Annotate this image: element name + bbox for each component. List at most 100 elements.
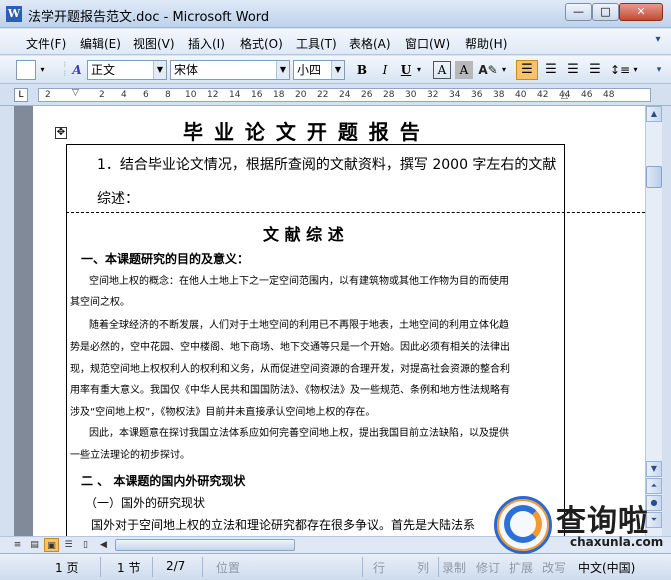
- new-document-icon[interactable]: [16, 60, 36, 80]
- menu-window[interactable]: 窗口(W): [405, 35, 450, 52]
- menu-edit[interactable]: 编辑(E): [80, 35, 121, 52]
- heading-research-status: 二 、 本课题的国内外研究现状: [81, 474, 246, 488]
- maximize-button[interactable]: □: [592, 3, 619, 21]
- menu-file[interactable]: 文件(F): [26, 35, 66, 52]
- scroll-left-icon[interactable]: ◀: [96, 538, 111, 552]
- font-size-dropdown-icon[interactable]: ▼: [331, 61, 344, 79]
- ruler-tick: 40: [515, 90, 527, 100]
- vertical-scrollbar[interactable]: ▲ ▼ ⏶ ● ⏷: [645, 106, 662, 536]
- ruler-tick: 36: [471, 90, 483, 100]
- scroll-up-icon[interactable]: ▲: [646, 106, 662, 122]
- style-dropdown-icon[interactable]: ▼: [153, 61, 166, 79]
- ruler-tick: 34: [449, 90, 461, 100]
- status-track-changes[interactable]: 修订: [476, 559, 500, 576]
- page-break-line: [66, 212, 645, 213]
- table-move-handle-icon[interactable]: ✥: [55, 127, 67, 139]
- reading-view-icon[interactable]: ▯: [78, 538, 93, 552]
- status-page-count: 2/7: [166, 559, 186, 573]
- ruler-tick: 2: [45, 90, 51, 100]
- right-indent-marker[interactable]: △: [561, 91, 568, 101]
- line-spacing-dropdown-icon[interactable]: ▾: [631, 60, 640, 80]
- watermark-brand: 查询啦: [556, 504, 649, 539]
- character-shading-button[interactable]: A: [455, 61, 473, 79]
- status-overtype[interactable]: 改写: [542, 559, 566, 576]
- align-right-button[interactable]: ☰: [563, 60, 583, 80]
- distributed-align-button[interactable]: ☰: [585, 60, 605, 80]
- previous-page-icon[interactable]: ⏶: [646, 478, 662, 494]
- watermark-q-icon: [504, 505, 542, 543]
- status-record[interactable]: 录制: [442, 559, 466, 576]
- ruler-tick: 24: [339, 90, 351, 100]
- menu-options-chevron-icon[interactable]: ▾: [651, 34, 665, 52]
- ruler-tick: 20: [295, 90, 307, 100]
- status-extend[interactable]: 扩展: [509, 559, 533, 576]
- menu-tools[interactable]: 工具(T): [296, 35, 337, 52]
- heading-foreign-status: （一）国外的研究现状: [85, 496, 206, 510]
- outline-view-icon[interactable]: ☰: [61, 538, 76, 552]
- scroll-down-icon[interactable]: ▼: [646, 461, 662, 477]
- font-dropdown-icon[interactable]: ▼: [276, 61, 289, 79]
- horizontal-scroll-thumb[interactable]: [115, 539, 295, 551]
- web-view-icon[interactable]: ▤: [27, 538, 42, 552]
- menu-view[interactable]: 视图(V): [133, 35, 175, 52]
- window-title: 法学开题报告范文.doc - Microsoft Word: [28, 10, 270, 25]
- ruler-tick: 16: [251, 90, 263, 100]
- normal-view-icon[interactable]: ≡: [10, 538, 25, 552]
- menu-format[interactable]: 格式(O): [240, 35, 283, 52]
- bold-button[interactable]: B: [354, 60, 370, 80]
- toolbar-options-chevron-icon[interactable]: ▾: [652, 60, 666, 80]
- status-divider: [202, 557, 203, 577]
- ruler-tick: 42: [537, 90, 549, 100]
- word-app-icon[interactable]: W: [6, 6, 22, 22]
- ruler-tick: 32: [427, 90, 439, 100]
- formatting-toolbar: ▾ ⋮ ⋮ A 正文 ▼ 宋体 ▼ 小四 ▼ B I U ▾ A A A✎ ▾ ☰ ☰ …: [0, 56, 671, 84]
- ruler-tick: 14: [229, 90, 241, 100]
- paragraph-line: 因此，本课题意在探讨我国立法体系应如何完善空间地上权，提出我国目前立法缺陷，以及…: [89, 428, 509, 439]
- paragraph-line: 一些立法理论的初步探讨。: [70, 450, 190, 461]
- status-position: 位置: [216, 561, 241, 575]
- style-value: 正文: [91, 63, 116, 77]
- status-divider: [152, 557, 153, 577]
- character-border-button[interactable]: A: [433, 61, 451, 79]
- ruler-tick: 6: [143, 90, 149, 100]
- window-frame-right: [662, 106, 671, 536]
- status-page: 1 页: [55, 561, 79, 575]
- highlight-icon[interactable]: A✎: [477, 60, 499, 80]
- horizontal-ruler[interactable]: L 2 2 4 6 8 10 12 14 16 18 20 22 24 26 2…: [0, 85, 671, 106]
- ruler-tick: 18: [273, 90, 285, 100]
- minimize-button[interactable]: —: [565, 3, 592, 21]
- ruler-strip[interactable]: 2 2 4 6 8 10 12 14 16 18 20 22 24 26 28 …: [38, 88, 651, 102]
- menu-insert[interactable]: 插入(I): [188, 35, 225, 52]
- underline-dropdown-icon[interactable]: ▾: [414, 60, 424, 80]
- underline-button[interactable]: U: [398, 60, 414, 80]
- menu-help[interactable]: 帮助(H): [465, 35, 507, 52]
- document-area[interactable]: ✥ 毕 业 论 文 开 题 报 告 1．结合毕业论文情况，根据所查阅的文献资料，…: [14, 106, 645, 536]
- close-button[interactable]: ✕: [619, 3, 663, 21]
- first-line-indent-marker[interactable]: ▽: [72, 88, 79, 98]
- font-size-select[interactable]: 小四 ▼: [293, 60, 345, 80]
- align-justify-button[interactable]: ☰: [516, 60, 538, 80]
- styles-pane-icon[interactable]: A: [68, 60, 86, 80]
- highlight-dropdown-icon[interactable]: ▾: [499, 60, 509, 80]
- paragraph-line: 其空间之权。: [70, 297, 130, 308]
- paragraph-line: 国外对于空间地上权的立法和理论研究都存在很多争议。首先是大陆法系: [91, 518, 476, 532]
- ruler-tick: 8: [165, 90, 171, 100]
- line-spacing-icon[interactable]: ↕≡: [609, 60, 631, 80]
- font-select[interactable]: 宋体 ▼: [170, 60, 290, 80]
- status-bar: 1 页 1 节 2/7 位置 行 列 录制 修订 扩展 改写 中文(中国): [0, 553, 671, 580]
- align-center-button[interactable]: ☰: [541, 60, 561, 80]
- italic-button[interactable]: I: [377, 60, 393, 80]
- menu-table[interactable]: 表格(A): [349, 35, 391, 52]
- tab-stop-selector[interactable]: L: [14, 88, 28, 102]
- title-bar: W 法学开题报告范文.doc - Microsoft Word — □ ✕: [0, 0, 671, 28]
- toolbar-overflow-chevron-icon[interactable]: ▾: [38, 60, 47, 80]
- status-divider: [438, 557, 439, 577]
- status-language: 中文(中国): [578, 561, 636, 575]
- ruler-tick: 38: [493, 90, 505, 100]
- document-page[interactable]: ✥ 毕 业 论 文 开 题 报 告 1．结合毕业论文情况，根据所查阅的文献资料，…: [33, 106, 645, 536]
- print-layout-view-icon[interactable]: ▣: [44, 538, 59, 552]
- style-select[interactable]: 正文 ▼: [87, 60, 167, 80]
- scroll-thumb[interactable]: [646, 166, 662, 188]
- status-column: 列: [417, 561, 430, 575]
- ruler-tick: 4: [121, 90, 127, 100]
